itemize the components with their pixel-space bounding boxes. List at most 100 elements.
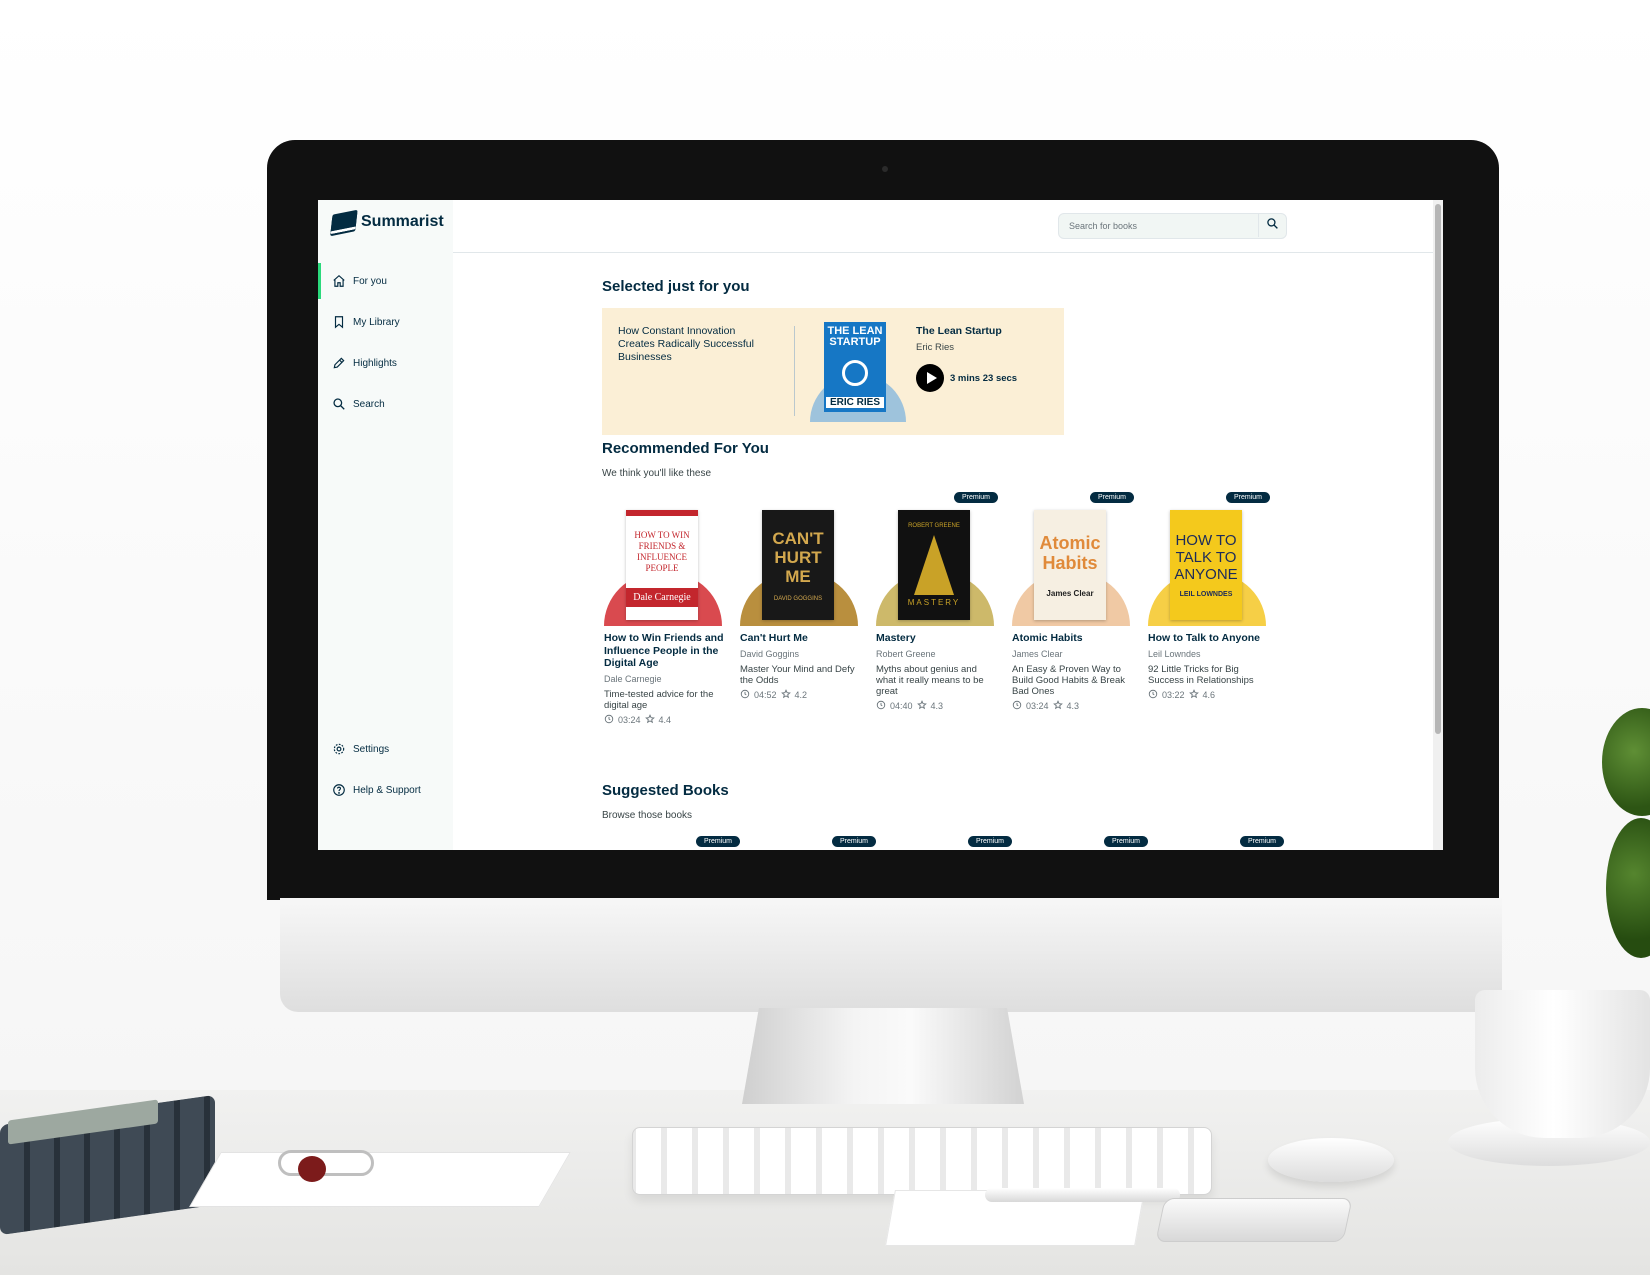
- sidebar-item-highlights[interactable]: Highlights: [318, 348, 453, 378]
- book-card[interactable]: HOW TO WIN FRIENDS & INFLUENCE PEOPLE Da…: [604, 510, 724, 726]
- cover-title-text: HOW TO WIN FRIENDS & INFLUENCE PEOPLE: [634, 529, 690, 573]
- sidebar-item-label: Highlights: [353, 357, 397, 369]
- book-duration: 04:52: [754, 689, 777, 700]
- cover-triangle: [914, 535, 954, 595]
- book-cover: CAN'T HURT ME DAVID GOGGINS: [740, 510, 858, 626]
- star-icon: [780, 688, 791, 701]
- app-logo[interactable]: Summarist: [330, 209, 444, 235]
- search-button[interactable]: [1258, 214, 1286, 237]
- book-author: Leil Lowndes: [1148, 648, 1201, 659]
- cover-title-text: THE LEAN STARTUP: [827, 325, 883, 348]
- book-cover-art: Atomic Habits James Clear: [1034, 510, 1106, 620]
- book-cover-art: ROBERT GREENE MASTERY: [898, 510, 970, 620]
- book-card[interactable]: Premium ROBERT GREENE MASTERY Mastery Ro…: [876, 492, 998, 712]
- app-name: Summarist: [361, 213, 444, 230]
- pen-holder: [278, 1150, 374, 1176]
- book-card[interactable]: CAN'T HURT ME DAVID GOGGINS Can't Hurt M…: [740, 510, 860, 701]
- book-duration: 03:24: [1026, 700, 1049, 711]
- cover-author-text: LEIL LOWNDES: [1179, 591, 1233, 598]
- sidebar-item-label: Settings: [353, 743, 390, 755]
- sidebar-item-for-you[interactable]: For you: [318, 263, 453, 299]
- monitor-chin: [280, 898, 1502, 1012]
- book-author: David Goggins: [740, 648, 800, 659]
- selected-book-cover: THE LEAN STARTUP ERIC RIES: [810, 322, 906, 422]
- gear-icon: [332, 742, 346, 756]
- sidebar-item-label: Help & Support: [353, 784, 421, 796]
- book-subtitle: An Easy & Proven Way to Build Good Habit…: [1012, 663, 1126, 697]
- book-duration: 04:40: [890, 700, 913, 711]
- star-icon: [1052, 699, 1063, 712]
- book-duration: 03:24: [618, 714, 641, 725]
- book-rating: 4.2: [794, 689, 808, 700]
- cover-title-text: CAN'T HURT ME: [772, 528, 824, 586]
- coffee-cup: [1475, 990, 1650, 1138]
- pen-clip: [298, 1156, 326, 1182]
- premium-badge: Premium: [1240, 836, 1285, 847]
- book-subtitle: Master Your Mind and Defy the Odds: [740, 663, 855, 686]
- book-title: How to Win Friends and Influence People …: [604, 632, 724, 669]
- book-subtitle: 92 Little Tricks for Big Success in Rela…: [1148, 663, 1254, 686]
- book-meta: 03:22 4.6: [1148, 688, 1268, 701]
- cover-author-text: James Clear: [1046, 588, 1094, 598]
- mouse: [1268, 1138, 1394, 1182]
- book-card[interactable]: Premium Atomic Habits James Clear Atomic…: [1012, 492, 1134, 712]
- book-cover: HOW TO TALK TO ANYONE LEIL LOWNDES: [1148, 510, 1266, 626]
- top-bar: [453, 200, 1443, 253]
- cover-title-text: MASTERY: [907, 598, 961, 607]
- book-meta: 03:24 4.4: [604, 713, 724, 726]
- phone: [1155, 1198, 1353, 1242]
- premium-badge: Premium: [968, 836, 1013, 847]
- app-screen: Summarist For you My Library Highlights …: [318, 200, 1443, 850]
- sidebar-item-help[interactable]: Help & Support: [318, 775, 453, 805]
- book-meta: 04:40 4.3: [876, 699, 996, 712]
- cover-circle: [842, 359, 868, 386]
- book-rating: 4.4: [658, 714, 672, 725]
- sidebar-item-settings[interactable]: Settings: [318, 734, 453, 764]
- divider: [794, 326, 795, 416]
- book-rating: 4.3: [1066, 700, 1080, 711]
- star-icon: [1188, 688, 1199, 701]
- premium-badge: Premium: [832, 836, 877, 847]
- sidebar-item-my-library[interactable]: My Library: [318, 307, 453, 337]
- book-author: James Clear: [1012, 648, 1063, 659]
- suggested-subheading: Browse those books: [602, 810, 693, 821]
- home-icon: [332, 274, 346, 288]
- cover-author-text: Dale Carnegie: [626, 587, 698, 607]
- book-card[interactable]: Premium HOW TO TALK TO ANYONE LEIL LOWND…: [1148, 492, 1270, 701]
- sidebar-item-search[interactable]: Search: [318, 389, 453, 419]
- clock-icon: [1012, 700, 1022, 712]
- book-cover-art: THE LEAN STARTUP ERIC RIES: [824, 322, 886, 412]
- scrollbar-thumb[interactable]: [1435, 204, 1441, 734]
- scrollbar[interactable]: [1433, 200, 1443, 850]
- book-author: Robert Greene: [876, 648, 936, 659]
- selected-book-duration: 3 mins 23 secs: [950, 373, 1018, 384]
- play-button[interactable]: [916, 364, 944, 392]
- keyboard: [632, 1127, 1212, 1195]
- play-icon: [926, 372, 937, 384]
- book-title: Mastery: [876, 632, 916, 644]
- cover-title-text: HOW TO TALK TO ANYONE: [1174, 532, 1238, 583]
- sidebar-item-label: Search: [353, 398, 385, 410]
- selected-book-card[interactable]: How Constant Innovation Creates Radicall…: [602, 308, 1064, 435]
- selected-book-title: The Lean Startup: [916, 325, 1002, 337]
- book-title: Can't Hurt Me: [740, 632, 808, 644]
- pencil-icon: [332, 356, 346, 370]
- search-input[interactable]: [1059, 214, 1259, 237]
- book-cover: Atomic Habits James Clear: [1012, 510, 1130, 626]
- book-rating: 4.6: [1202, 689, 1216, 700]
- premium-badge: Premium: [1104, 836, 1149, 847]
- cover-author-text: ROBERT GREENE: [908, 523, 960, 529]
- help-icon: [332, 783, 346, 797]
- notepad: [189, 1152, 571, 1207]
- selected-book-subtitle: How Constant Innovation Creates Radicall…: [618, 325, 754, 363]
- search-icon: [1266, 217, 1279, 235]
- bookmark-icon: [332, 315, 346, 329]
- recommended-heading: Recommended For You: [602, 440, 769, 457]
- selected-book-author: Eric Ries: [916, 342, 955, 353]
- pen: [985, 1188, 1180, 1202]
- clock-icon: [1148, 689, 1158, 701]
- book-cover-art: CAN'T HURT ME DAVID GOGGINS: [762, 510, 834, 620]
- search-bar: [1058, 213, 1287, 239]
- book-cover: HOW TO WIN FRIENDS & INFLUENCE PEOPLE Da…: [604, 510, 722, 626]
- clock-icon: [604, 714, 614, 726]
